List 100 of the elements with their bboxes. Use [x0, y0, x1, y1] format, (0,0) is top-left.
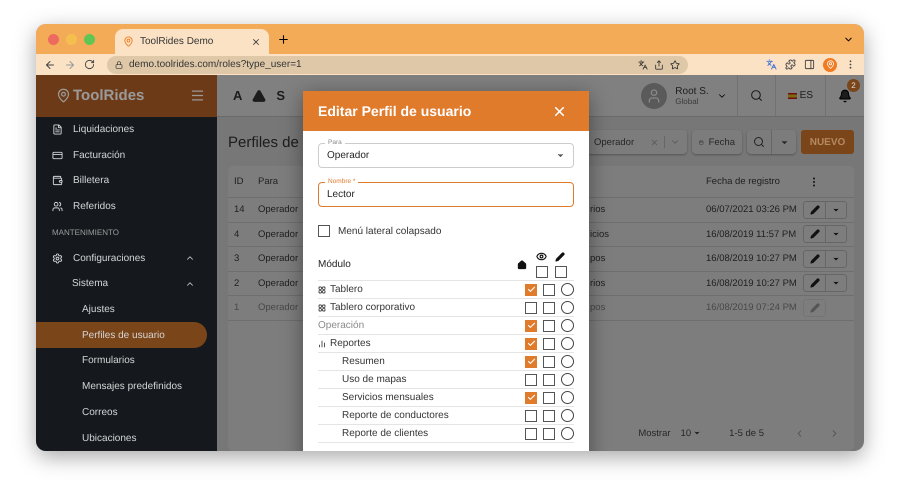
- home-radio[interactable]: [561, 301, 574, 314]
- pencil-icon: [810, 229, 820, 240]
- view-checkbox[interactable]: [525, 410, 537, 422]
- edit-checkbox[interactable]: [543, 338, 555, 350]
- module-label: Tablero corporativo: [330, 302, 416, 313]
- edit-all-checkbox[interactable]: [555, 266, 567, 278]
- pagination-label: Mostrar: [638, 428, 671, 438]
- menu-icon[interactable]: [190, 88, 205, 104]
- sidebar-item[interactable]: Correos: [36, 399, 207, 426]
- language-button[interactable]: ES: [776, 75, 826, 116]
- edit-checkbox[interactable]: [543, 410, 555, 422]
- table-cell-text: 14: [234, 204, 246, 216]
- home-radio[interactable]: [561, 427, 574, 440]
- edit-checkbox[interactable]: [543, 302, 555, 314]
- user-role: Global: [675, 96, 700, 106]
- clear-icon: [650, 138, 659, 146]
- home-radio[interactable]: [561, 283, 574, 296]
- column-header: Para: [258, 176, 280, 187]
- caret-icon: [693, 429, 702, 437]
- translate-icon[interactable]: [638, 60, 648, 70]
- address-field[interactable]: demo.toolrides.com/roles?type_user=1: [107, 56, 688, 74]
- edit-checkbox[interactable]: [543, 320, 555, 332]
- translate-icon[interactable]: [766, 59, 777, 70]
- pin-icon: [826, 60, 834, 69]
- side-panel-icon[interactable]: [804, 59, 815, 70]
- reload-icon[interactable]: [84, 59, 95, 70]
- sidebar-item[interactable]: Perfiles de usuario: [36, 322, 207, 348]
- home-radio[interactable]: [561, 355, 574, 368]
- sidebar-item[interactable]: Referidos: [36, 194, 207, 220]
- puzzle-icon[interactable]: [785, 59, 796, 70]
- view-all-checkbox[interactable]: [536, 266, 548, 278]
- home-radio[interactable]: [561, 409, 574, 422]
- edit-checkbox[interactable]: [543, 284, 555, 296]
- table-cell-text: 16/08/2019 10:27 PM: [706, 278, 798, 289]
- module-label: Operación: [318, 320, 366, 331]
- view-checkbox[interactable]: [525, 320, 537, 332]
- sidebar-section-label: MANTENIMIENTO: [51, 226, 120, 239]
- module-label: Reporte de clientes: [342, 428, 430, 439]
- users-icon: [52, 201, 63, 212]
- module-label: Reportes: [330, 338, 372, 349]
- sidebar-item[interactable]: Mensajes predefinidos: [36, 374, 207, 400]
- filter-chip[interactable]: Operador: [587, 130, 687, 154]
- back-icon[interactable]: [44, 58, 56, 70]
- view-checkbox[interactable]: [525, 284, 537, 296]
- module-label: Reporte de conductores: [342, 410, 450, 421]
- view-checkbox[interactable]: [525, 374, 537, 386]
- user-menu[interactable]: Root S. Global: [631, 75, 738, 116]
- flag-icon: [788, 92, 797, 98]
- eye-icon: [536, 251, 547, 262]
- grid-icon: [318, 304, 326, 312]
- new-tab-icon[interactable]: [277, 32, 290, 46]
- module-label: Servicios mensuales: [342, 392, 435, 403]
- notification-badge: 2: [847, 78, 860, 92]
- edit-checkbox[interactable]: [543, 392, 555, 404]
- close-icon[interactable]: [251, 36, 261, 46]
- toolbar-letter[interactable]: A: [233, 88, 242, 103]
- sidebar-group[interactable]: Sistema: [36, 270, 207, 297]
- profile-icon[interactable]: [823, 58, 837, 72]
- sidebar-item[interactable]: Ubicaciones: [36, 425, 207, 451]
- home-radio[interactable]: [561, 391, 574, 404]
- lock-icon: [115, 60, 123, 68]
- search-split-button[interactable]: [747, 130, 796, 154]
- view-checkbox[interactable]: [525, 356, 537, 368]
- table-cell-text: 2: [234, 278, 240, 289]
- table-cell-text: rios: [590, 278, 606, 289]
- share-icon[interactable]: [654, 60, 664, 70]
- checkbox[interactable]: [318, 225, 330, 237]
- date-button[interactable]: Fecha: [692, 130, 742, 154]
- star-icon[interactable]: [670, 60, 680, 70]
- edit-checkbox[interactable]: [543, 374, 555, 386]
- page-size-select[interactable]: 10: [680, 428, 702, 438]
- sidebar-item[interactable]: Facturación: [36, 142, 207, 168]
- wallet-icon: [52, 175, 63, 186]
- table-cell: Operador: [258, 278, 298, 289]
- pin-icon: [123, 36, 134, 47]
- page-title: Perfiles de: [228, 134, 299, 150]
- sidebar-item[interactable]: Ajustes: [36, 296, 207, 322]
- pencil-icon: [810, 302, 820, 313]
- warning-icon[interactable]: [252, 88, 266, 102]
- table-cell-text: icios: [590, 228, 610, 240]
- grid-icon: [318, 286, 326, 294]
- home-radio[interactable]: [561, 337, 574, 350]
- sidebar-item[interactable]: Billetera: [36, 168, 207, 194]
- view-checkbox[interactable]: [525, 428, 537, 440]
- home-radio[interactable]: [561, 373, 574, 386]
- table-cell: Operador: [258, 228, 298, 240]
- logo: ToolRides: [56, 87, 144, 104]
- edit-checkbox[interactable]: [543, 356, 555, 368]
- sidebar-item[interactable]: Formularios: [36, 348, 207, 374]
- view-checkbox[interactable]: [525, 338, 537, 350]
- edit-checkbox[interactable]: [543, 428, 555, 440]
- sidebar-group[interactable]: Configuraciones: [36, 245, 207, 271]
- table-cell: Operador: [258, 253, 298, 264]
- bell-icon[interactable]: [838, 88, 852, 102]
- view-checkbox[interactable]: [525, 392, 537, 404]
- browser-tab[interactable]: ToolRides Demo: [115, 29, 269, 54]
- toolbar-letter[interactable]: S: [276, 88, 286, 103]
- sidebar-item[interactable]: Liquidaciones: [36, 116, 207, 142]
- view-checkbox[interactable]: [525, 302, 537, 314]
- home-radio[interactable]: [561, 319, 574, 332]
